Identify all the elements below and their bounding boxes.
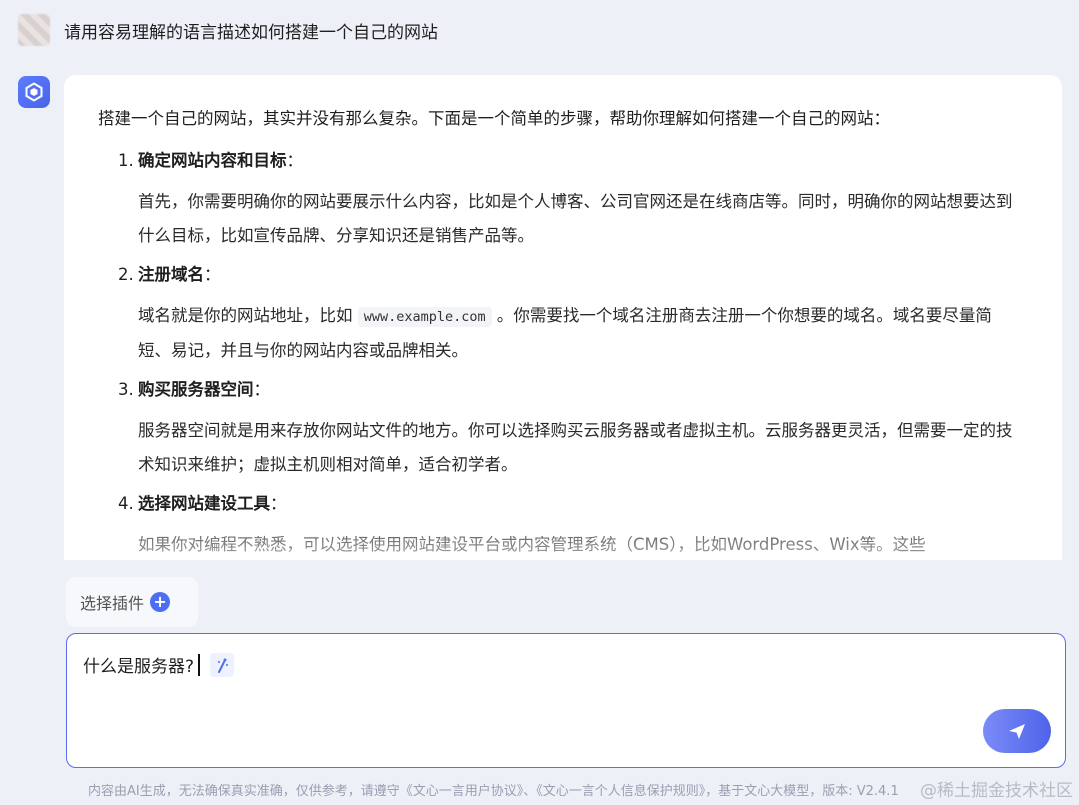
step-3-number: 3. [118, 380, 134, 399]
send-icon [1009, 724, 1025, 739]
step-3-heading: 购买服务器空间 [138, 380, 254, 399]
domain-example-code: www.example.com [357, 307, 492, 327]
step-2-number: 2. [118, 265, 134, 284]
step-1-title: 1. 确定网站内容和目标： [118, 147, 1022, 175]
watermark-text: @稀土掘金技术社区 [920, 781, 1073, 801]
chat-input-field[interactable]: 什么是服务器? [83, 652, 235, 677]
send-button[interactable] [983, 709, 1051, 753]
user-question-text: 请用容易理解的语言描述如何搭建一个自己的网站 [64, 22, 438, 43]
step-2-heading: 注册域名 [138, 265, 204, 284]
answer-card: 搭建一个自己的网站，其实并没有那么复杂。下面是一个简单的步骤，帮助你理解如何搭建… [64, 75, 1062, 560]
text-caret [198, 653, 201, 676]
step-3-title: 3. 购买服务器空间： [118, 376, 1022, 404]
step-4-number: 4. [118, 494, 134, 513]
step-3-body: 服务器空间就是用来存放你网站文件的地方。你可以选择购买云服务器或者虚拟主机。云服… [138, 421, 1013, 474]
step-3-colon: ： [253, 380, 271, 399]
select-plugin-button[interactable]: 选择插件 + [66, 577, 198, 627]
bot-avatar-icon [18, 76, 50, 108]
plus-circle-icon: + [150, 592, 171, 612]
answer-intro: 搭建一个自己的网站，其实并没有那么复杂。下面是一个简单的步骤，帮助你理解如何搭建… [98, 109, 890, 128]
select-plugin-label: 选择插件 [80, 594, 145, 613]
user-avatar [18, 14, 50, 46]
step-2-body-before: 域名就是你的网站地址，比如 [138, 306, 353, 325]
step-1-colon: ： [286, 151, 304, 170]
step-2-colon: ： [204, 265, 221, 284]
step-2-body: 域名就是你的网站地址，比如 www.example.com 。你需要找一个域名注… [138, 299, 1022, 368]
step-4-heading: 选择网站建设工具 [138, 494, 270, 513]
user-message-row: 请用容易理解的语言描述如何搭建一个自己的网站 [18, 10, 438, 50]
step-2-title: 2. 注册域名： [118, 261, 1022, 289]
chat-input-value: 什么是服务器? [83, 657, 195, 677]
magic-wand-icon[interactable] [210, 652, 235, 677]
footer-disclaimer: 内容由AI生成，无法确保真实准确，仅供参考，请遵守《文心一言用户协议》、《文心一… [88, 784, 899, 799]
step-4-colon: ： [270, 494, 287, 513]
step-1-number: 1. [118, 151, 134, 170]
step-4-title: 4. 选择网站建设工具： [118, 490, 1022, 518]
chat-input-box[interactable]: 什么是服务器? [66, 633, 1066, 768]
step-1-body: 首先，你需要明确你的网站要展示什么内容，比如是个人博客、公司官网还是在线商店等。… [138, 192, 1013, 245]
step-4-body: 如果你对编程不熟悉，可以选择使用网站建设平台或内容管理系统（CMS），比如Wor… [138, 535, 926, 554]
step-1-heading: 确定网站内容和目标 [138, 151, 287, 170]
